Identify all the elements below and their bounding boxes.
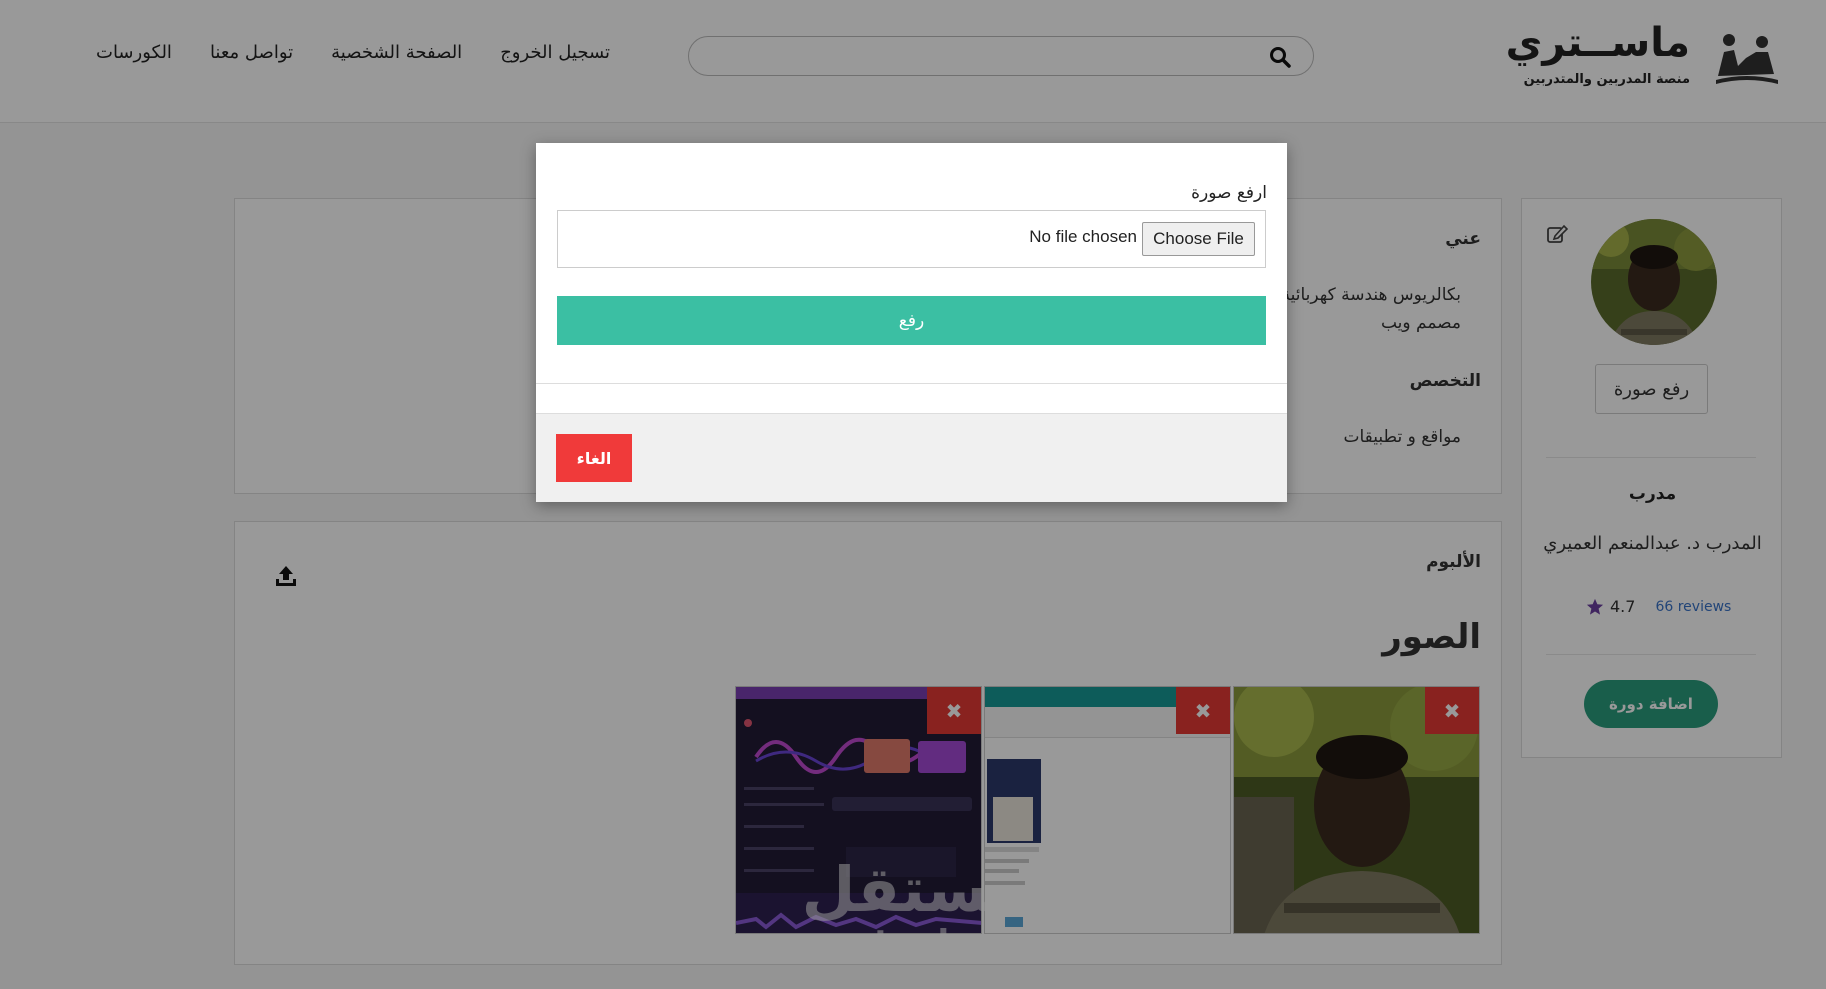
upload-submit-button[interactable]: رفع bbox=[557, 296, 1266, 345]
upload-photo-modal: ارفع صورة Choose File No file chosen رفع… bbox=[536, 143, 1287, 502]
file-input-field[interactable]: Choose File No file chosen bbox=[557, 210, 1266, 268]
cancel-button[interactable]: الغاء bbox=[556, 434, 632, 482]
file-status-text: No file chosen bbox=[1029, 227, 1137, 246]
choose-file-button[interactable]: Choose File bbox=[1142, 222, 1255, 256]
modal-footer: الغاء bbox=[536, 413, 1287, 502]
divider bbox=[536, 383, 1287, 384]
upload-label: ارفع صورة bbox=[1191, 183, 1267, 203]
